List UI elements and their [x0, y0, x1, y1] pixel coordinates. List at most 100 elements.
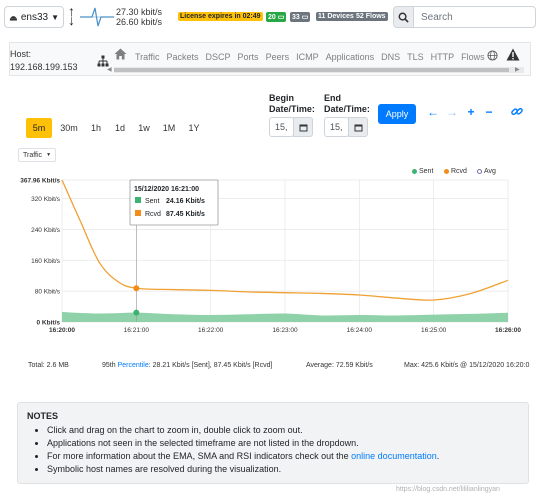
- tab-peers[interactable]: Peers: [266, 52, 290, 62]
- timeframe-1M[interactable]: 1M: [158, 118, 180, 138]
- y-tick-label: 80 Kbit/s: [35, 289, 61, 296]
- y-tick-label: 160 Kbit/s: [31, 258, 61, 265]
- monitor-icon: ▭: [277, 14, 285, 21]
- top-bar: ens33 ▼ ↑ ↓ 27.30 kbit/s 26.60 kbit/s Lic…: [0, 0, 540, 34]
- host-label: Host:: [10, 49, 32, 59]
- network-icon: [9, 16, 17, 21]
- end-label: End Date/Time:: [324, 93, 370, 114]
- globe-icon[interactable]: [487, 50, 498, 61]
- x-tick-label: 16:26:00: [495, 327, 521, 334]
- interface-select[interactable]: ens33 ▼: [4, 6, 64, 28]
- tab-packets[interactable]: Packets: [167, 52, 199, 62]
- traffic-chart[interactable]: 367.96 Kbit/s 320 Kbit/s 240 Kbit/s 160 Kbi…: [0, 172, 540, 344]
- tab-icmp[interactable]: ICMP: [296, 52, 319, 62]
- tab-dscp[interactable]: DSCP: [206, 52, 231, 62]
- tab-traffic[interactable]: Traffic: [135, 52, 160, 62]
- search-icon: [398, 12, 409, 23]
- notes-panel: NOTES Click and drag on the chart to zoo…: [17, 402, 529, 484]
- timeframe-5m[interactable]: 5m: [26, 118, 52, 138]
- notes-list: Click and drag on the chart to zoom in, …: [27, 424, 439, 476]
- calendar-icon: [299, 124, 307, 131]
- zoom-out-icon[interactable]: −: [482, 105, 496, 119]
- note-item: Click and drag on the chart to zoom in, …: [47, 424, 439, 437]
- notes-title: NOTES: [27, 411, 59, 421]
- metric-label: Traffic: [23, 151, 43, 159]
- tab-applications[interactable]: Applications: [326, 52, 375, 62]
- y-tick-label: 240 Kbit/s: [31, 227, 61, 234]
- hover-point-rcvd: [133, 285, 140, 292]
- documentation-link[interactable]: online documentation: [351, 451, 437, 461]
- hosts-badge-gray[interactable]: 33 ▭: [290, 12, 311, 22]
- link-icon[interactable]: [510, 105, 524, 118]
- apply-button[interactable]: Apply: [378, 104, 416, 124]
- stat-total: Total: 2.6 MB: [28, 362, 69, 369]
- stat-max: Max: 425.6 Kbit/s @ 15/12/2020 16:20:0: [404, 362, 530, 369]
- tooltip-rcvd-value: 87.45 Kbit/s: [166, 211, 205, 218]
- x-tick-label: 16:24:00: [347, 327, 373, 334]
- timeframe-30m[interactable]: 30m: [56, 118, 82, 138]
- timeframe-1d[interactable]: 1d: [110, 118, 130, 138]
- scroll-right-icon[interactable]: ▶: [515, 66, 520, 73]
- x-tick-label: 16:21:00: [124, 327, 150, 334]
- tab-dns[interactable]: DNS: [381, 52, 400, 62]
- scroll-left-icon[interactable]: ◀: [107, 66, 112, 73]
- tooltip-rcvd-label: Rcvd: [145, 211, 161, 218]
- note-item: For more information about the EMA, SMA …: [47, 450, 439, 463]
- chevron-down-icon: ▼: [51, 12, 59, 22]
- timeframe-1w[interactable]: 1w: [134, 118, 154, 138]
- arrow-left-icon[interactable]: ←: [426, 105, 440, 119]
- percentile-link[interactable]: Percentile: [118, 362, 149, 369]
- flows-badge[interactable]: 52 Flows: [354, 12, 388, 21]
- y-tick-label: 320 Kbit/s: [31, 196, 61, 203]
- watermark: https://blog.csdn.net/lililianlingyan: [396, 486, 500, 493]
- x-tick-label: 16:23:00: [272, 327, 298, 334]
- hosts-badge-green[interactable]: 20 ▭: [266, 12, 287, 22]
- devices-badge[interactable]: 11 Devices: [316, 12, 356, 21]
- x-tick-label: 16:20:00: [49, 327, 75, 334]
- timeframe-1Y[interactable]: 1Y: [184, 118, 204, 138]
- calendar-icon: [354, 124, 362, 131]
- search-button[interactable]: [393, 6, 414, 28]
- y-tick-label: 367.96 Kbit/s: [20, 178, 60, 185]
- begin-date-input[interactable]: 15,: [269, 117, 294, 137]
- stat-percentile: 95th Percentile: 28.21 Kbit/s [Sent], 87…: [102, 362, 273, 369]
- traffic-sparkline: [80, 7, 114, 27]
- tab-ports[interactable]: Ports: [238, 52, 259, 62]
- arrow-right-icon[interactable]: →: [445, 105, 459, 119]
- tab-flows[interactable]: Flows: [461, 52, 485, 62]
- timeframe-1h[interactable]: 1h: [86, 118, 106, 138]
- end-date-input[interactable]: 15,: [324, 117, 349, 137]
- tooltip-sent-label: Sent: [145, 198, 159, 205]
- note-item: Applications not seen in the selected ti…: [47, 437, 439, 450]
- metric-select[interactable]: Traffic ▼: [18, 148, 57, 162]
- tooltip-sent-value: 24.16 Kbit/s: [166, 198, 205, 205]
- chart-tooltip: 15/12/2020 16:21:00 Sent 24.16 Kbit/s Rc…: [129, 179, 219, 226]
- x-tick-label: 16:25:00: [421, 327, 447, 334]
- monitor-icon: ▭: [301, 14, 309, 21]
- tooltip-rcvd-swatch: [135, 210, 141, 216]
- y-tick-label: 0 Kbit/s: [37, 320, 61, 327]
- hover-point-sent: [133, 309, 140, 316]
- scrollbar-thumb[interactable]: [114, 68, 509, 72]
- x-tick-label: 16:22:00: [198, 327, 224, 334]
- search-input[interactable]: Search: [413, 6, 536, 28]
- updown-arrows-icon: ↑ ↓: [68, 3, 75, 28]
- tooltip-sent-swatch: [135, 197, 141, 203]
- host-info: Host: 192.168.199.153: [10, 48, 78, 74]
- tooltip-time: 15/12/2020 16:21:00: [134, 186, 199, 193]
- tab-http[interactable]: HTTP: [431, 52, 455, 62]
- begin-calendar-button[interactable]: [293, 117, 313, 137]
- end-calendar-button[interactable]: [348, 117, 368, 137]
- interface-name: ens33: [20, 11, 49, 23]
- chevron-down-icon: ▼: [46, 152, 52, 158]
- license-badge[interactable]: License expires in 02:49: [178, 12, 263, 21]
- host-ip[interactable]: 192.168.199.153: [10, 61, 78, 74]
- rates: 27.30 kbit/s 26.60 kbit/s: [116, 7, 162, 27]
- rate-up: 27.30 kbit/s: [116, 7, 163, 17]
- tabs-scrollbar[interactable]: [114, 67, 524, 73]
- tab-tls[interactable]: TLS: [407, 52, 424, 62]
- zoom-in-icon[interactable]: +: [464, 105, 478, 119]
- warning-icon[interactable]: [506, 48, 520, 61]
- home-icon[interactable]: [114, 48, 127, 60]
- rate-down: 26.60 kbit/s: [116, 17, 163, 27]
